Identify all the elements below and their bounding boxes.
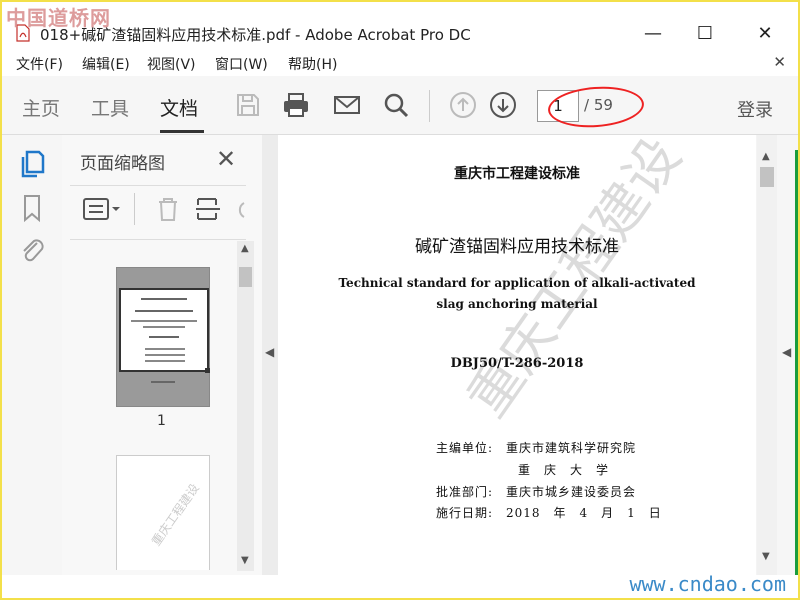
close-window-button[interactable]: ✕ xyxy=(742,16,788,50)
site-watermark-top: 中国道桥网 xyxy=(6,6,111,30)
active-tab-indicator xyxy=(160,130,204,133)
panel-title: 页面缩略图 xyxy=(80,154,165,174)
thumbnail-viewport-box xyxy=(119,288,209,372)
tab-document[interactable]: 文档 xyxy=(160,94,198,121)
editor-label: 主编单位: xyxy=(436,441,494,455)
left-navigation-rail xyxy=(2,135,63,575)
doc-code: DBJ50/T-286-2018 xyxy=(450,356,584,371)
scroll-down-arrow[interactable]: ▼ xyxy=(241,555,249,566)
effective-date: 2018 年 4 月 1 日 xyxy=(506,506,662,520)
tab-home[interactable]: 主页 xyxy=(22,94,60,121)
toolbar-divider xyxy=(429,90,430,122)
close-document-button[interactable]: ✕ xyxy=(773,53,786,71)
doc-scroll-down-arrow[interactable]: ▼ xyxy=(762,551,770,562)
email-icon[interactable] xyxy=(333,91,361,119)
site-watermark-bottom: www.cndao.com xyxy=(629,572,786,596)
tab-tools[interactable]: 工具 xyxy=(91,94,129,121)
next-page-icon[interactable] xyxy=(489,91,517,119)
doc-title-cn: 碱矿渣锚固料应用技术标准 xyxy=(415,237,619,257)
document-page: 重庆工程建设 重庆市工程建设标准 碱矿渣锚固料应用技术标准 Technical … xyxy=(278,135,756,575)
thumbnail-options-icon[interactable] xyxy=(82,195,122,223)
page-thumbnail-1[interactable] xyxy=(116,267,210,407)
previous-page-icon[interactable] xyxy=(449,91,477,119)
menu-edit[interactable]: 编辑(E) xyxy=(82,54,130,74)
title-bar: 018+碱矿渣锚固料应用技术标准.pdf - Adobe Acrobat Pro… xyxy=(2,2,798,50)
doc-title-en-2: slag anchoring material xyxy=(436,297,598,311)
save-icon[interactable] xyxy=(234,91,262,119)
doc-org: 重庆市工程建设标准 xyxy=(454,166,580,182)
panel-splitter[interactable]: ◀ xyxy=(262,135,278,575)
approver-label: 批准部门: xyxy=(436,485,494,499)
extract-page-icon[interactable] xyxy=(194,195,222,223)
panel-divider xyxy=(70,185,246,186)
doc-title-en-1: Technical standard for application of al… xyxy=(338,276,696,290)
thumbnail-scrollbar[interactable]: ▲ ▼ xyxy=(237,241,254,571)
collapse-panel-arrow[interactable]: ◀ xyxy=(265,345,274,359)
maximize-button[interactable]: ☐ xyxy=(682,16,728,50)
minimize-button[interactable]: — xyxy=(630,16,676,50)
thumbnail-panel: 页面缩略图 ✕ 1 重庆工程建设 ▲ ▼ xyxy=(62,135,262,575)
scroll-up-arrow[interactable]: ▲ xyxy=(241,243,249,254)
menu-file[interactable]: 文件(F) xyxy=(16,54,63,74)
thumbnail-list: 1 重庆工程建设 xyxy=(62,240,237,570)
thumbnail-page-label: 1 xyxy=(157,413,166,429)
thumbnail-watermark: 重庆工程建设 xyxy=(149,481,202,549)
delete-page-icon[interactable] xyxy=(154,195,182,223)
expand-right-pane-arrow[interactable]: ◀ xyxy=(782,345,791,359)
page-thumbnails-icon[interactable] xyxy=(18,149,46,179)
thumbnail-scroll-thumb[interactable] xyxy=(239,267,252,287)
rotate-page-icon[interactable] xyxy=(232,195,246,223)
print-icon[interactable] xyxy=(282,91,310,119)
editor-1: 重庆市建筑科学研究院 xyxy=(506,441,637,455)
document-scroll-thumb[interactable] xyxy=(760,167,774,187)
menu-help[interactable]: 帮助(H) xyxy=(288,54,337,74)
doc-scroll-up-arrow[interactable]: ▲ xyxy=(762,151,770,162)
menu-view[interactable]: 视图(V) xyxy=(147,54,196,74)
main-toolbar: 主页 工具 文档 1 / 59 登录 xyxy=(2,76,798,135)
date-label: 施行日期: xyxy=(436,506,494,520)
green-edge xyxy=(795,150,798,580)
close-panel-button[interactable]: ✕ xyxy=(216,145,236,173)
menu-bar: 文件(F) 编辑(E) 视图(V) 窗口(W) 帮助(H) ✕ xyxy=(2,50,798,76)
editor-2: 重 庆 大 学 xyxy=(518,463,610,477)
login-button[interactable]: 登录 xyxy=(737,96,773,122)
approver: 重庆市城乡建设委员会 xyxy=(506,485,637,499)
attachment-icon[interactable] xyxy=(18,235,46,265)
document-scrollbar[interactable]: ▲ ▼ xyxy=(757,135,777,575)
search-icon[interactable] xyxy=(382,91,410,119)
panel-tool-divider xyxy=(134,193,135,225)
bookmark-icon[interactable] xyxy=(18,193,46,223)
page-thumbnail-2[interactable]: 重庆工程建设 xyxy=(116,455,210,570)
menu-window[interactable]: 窗口(W) xyxy=(215,54,268,74)
